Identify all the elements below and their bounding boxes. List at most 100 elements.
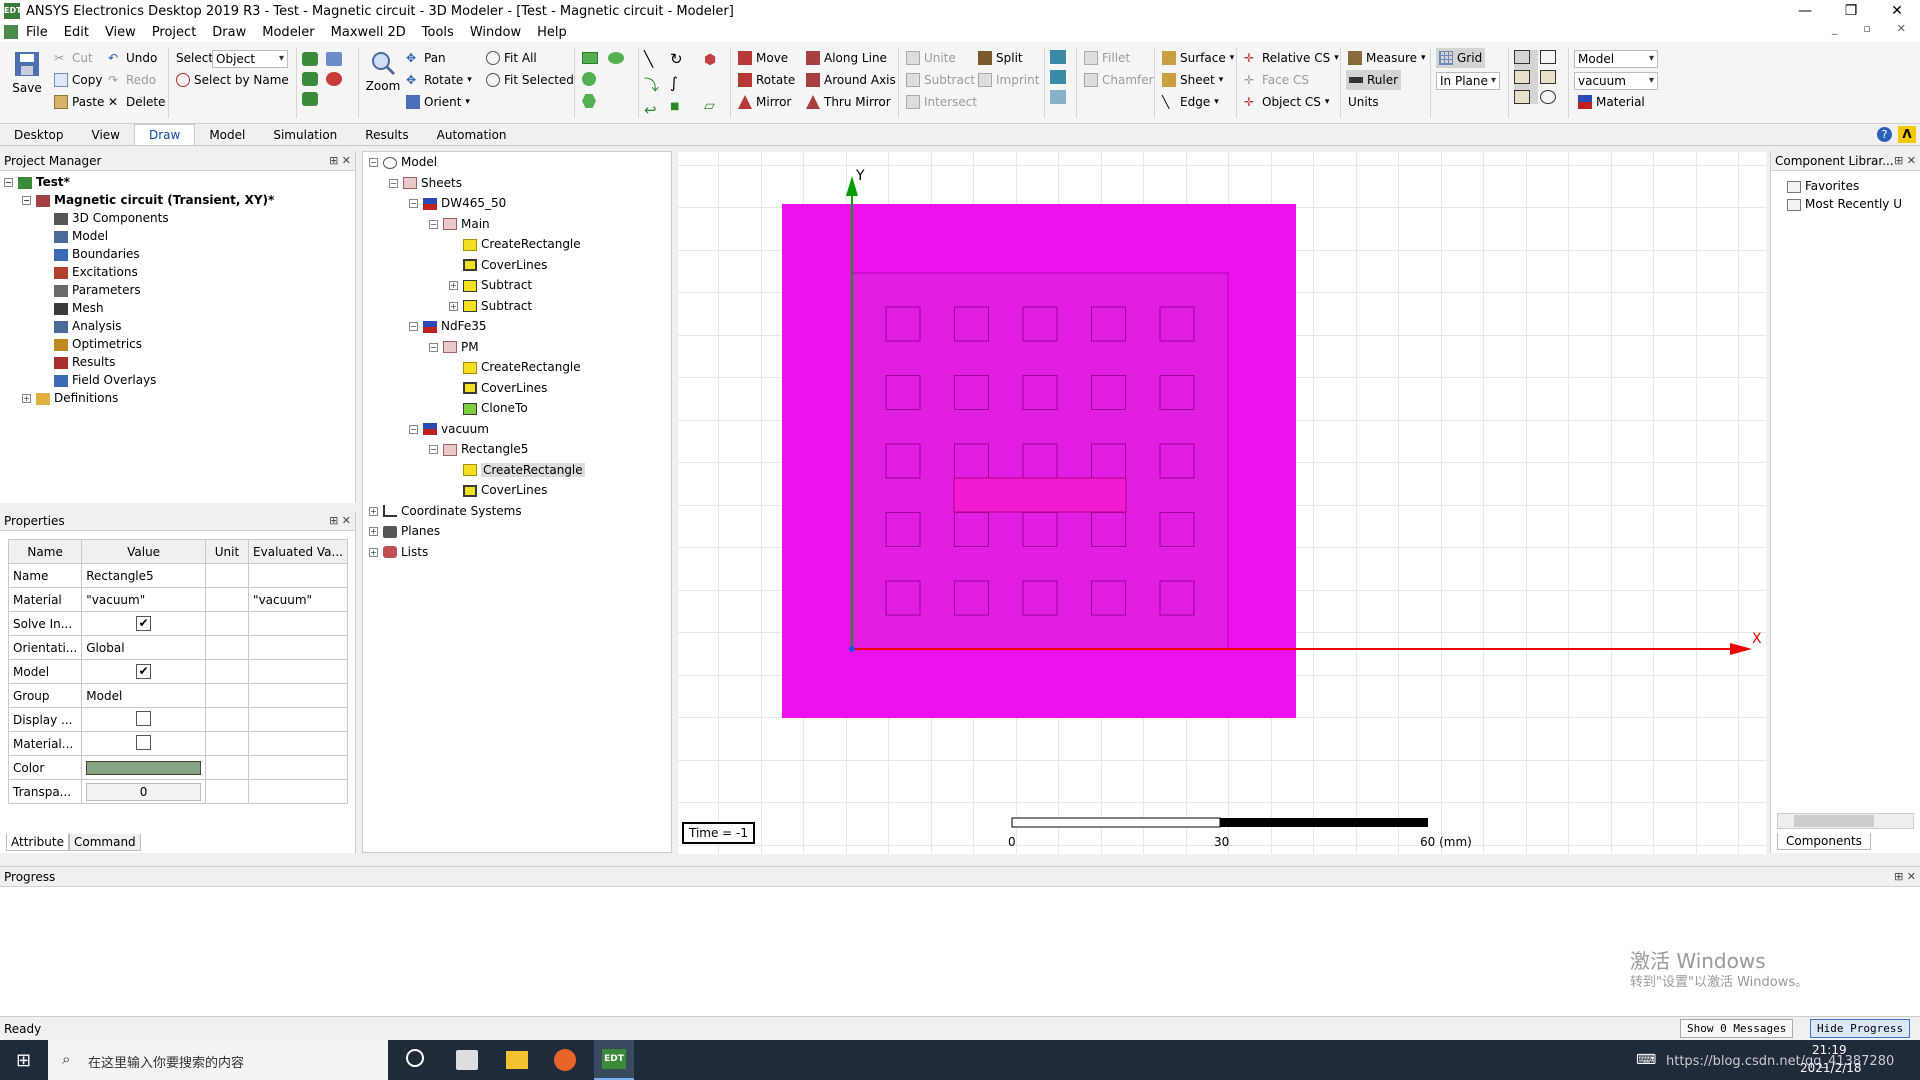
mirror-button[interactable]: Mirror bbox=[738, 92, 791, 112]
project-tree-item[interactable]: Excitations bbox=[4, 263, 355, 281]
ime-icon[interactable]: ⌨ bbox=[1636, 1052, 1656, 1068]
edt-taskbar-item[interactable]: EDT bbox=[594, 1040, 634, 1080]
snap-vertex-icon[interactable] bbox=[1540, 50, 1556, 64]
windows-start-icon[interactable]: ⊞ bbox=[16, 1050, 31, 1071]
project-tree-item[interactable]: Model bbox=[4, 227, 355, 245]
viewport-svg[interactable]: Y X 0 30 60 (mm) bbox=[678, 152, 1766, 854]
menu-tools[interactable]: Tools bbox=[414, 25, 462, 40]
property-value[interactable]: "vacuum" bbox=[81, 587, 206, 612]
menu-window[interactable]: Window bbox=[462, 25, 529, 40]
edge-button[interactable]: ╲ Edge ▾ bbox=[1162, 92, 1219, 112]
model-tree-item[interactable]: + Lists bbox=[369, 542, 671, 563]
project-tree-item[interactable]: Mesh bbox=[4, 299, 355, 317]
tree-expander-icon[interactable]: − bbox=[409, 322, 418, 331]
recent-item[interactable]: Most Recently U bbox=[1787, 195, 1920, 213]
hide-progress-button[interactable]: Hide Progress bbox=[1810, 1019, 1911, 1038]
tab-attribute[interactable]: Attribute bbox=[6, 834, 69, 851]
progress-pin-close-icon[interactable]: ⊞ ✕ bbox=[1894, 867, 1916, 887]
copy-button[interactable]: Copy bbox=[54, 70, 102, 90]
property-checkbox[interactable] bbox=[136, 734, 152, 750]
model-tree-item[interactable]: CreateRectangle bbox=[369, 234, 671, 255]
property-value[interactable]: 0 bbox=[81, 779, 206, 804]
draw-rectangle-icon[interactable] bbox=[582, 52, 598, 64]
tree-expander-icon[interactable]: − bbox=[389, 178, 398, 188]
save-button[interactable]: Save bbox=[10, 50, 44, 95]
snap-grid-icon[interactable] bbox=[1514, 50, 1530, 64]
pan-button[interactable]: ✥ Pan bbox=[406, 48, 446, 68]
tree-expander-icon[interactable]: + bbox=[369, 506, 378, 516]
project-tree-item[interactable]: Boundaries bbox=[4, 245, 355, 263]
object-cs-button[interactable]: ✛ Object CS ▾ bbox=[1244, 92, 1329, 112]
model-tree-item[interactable]: − Sheets bbox=[369, 173, 671, 194]
model-tree-item[interactable]: CoverLines bbox=[369, 255, 671, 276]
favorites-item[interactable]: Favorites bbox=[1787, 177, 1920, 195]
model-tree-item[interactable]: + Planes bbox=[369, 521, 671, 542]
move-button[interactable]: Move bbox=[738, 48, 788, 68]
relative-cs-button[interactable]: ✛ Relative CS ▾ bbox=[1244, 48, 1339, 68]
task-view-icon[interactable] bbox=[406, 1049, 424, 1067]
doc-minimize-icon[interactable]: _ bbox=[1824, 22, 1846, 35]
select-mode-dropdown[interactable]: Object bbox=[212, 50, 288, 68]
property-value[interactable] bbox=[81, 707, 206, 732]
tree-expander-icon[interactable]: − bbox=[409, 199, 418, 208]
project-tree-item[interactable]: Field Overlays bbox=[4, 371, 355, 389]
along-line-button[interactable]: Along Line bbox=[806, 48, 887, 68]
fit-all-button[interactable]: Fit All bbox=[486, 48, 537, 68]
split-button[interactable]: Split bbox=[978, 48, 1023, 68]
model-tree-item[interactable]: − PM bbox=[369, 337, 671, 358]
draw-arc-icon[interactable]: ↻ bbox=[670, 50, 696, 68]
project-tree-item[interactable]: Optimetrics bbox=[4, 335, 355, 353]
draw-line-icon[interactable]: ╲ bbox=[644, 50, 670, 68]
surface-button[interactable]: Surface ▾ bbox=[1162, 48, 1234, 68]
property-value[interactable] bbox=[81, 731, 206, 756]
minimize-icon[interactable]: — bbox=[1782, 0, 1828, 22]
tab-desktop[interactable]: Desktop bbox=[0, 125, 78, 145]
color-swatch[interactable] bbox=[86, 760, 201, 775]
menu-file[interactable]: File bbox=[18, 25, 56, 40]
box-icon[interactable]: ⬢ bbox=[704, 52, 716, 68]
close-icon[interactable]: ✕ bbox=[1874, 0, 1920, 22]
project-tree-item[interactable]: Analysis bbox=[4, 317, 355, 335]
draw-equation-curve-icon[interactable]: ∫ bbox=[670, 74, 696, 95]
properties-pin-close-icon[interactable]: ⊞ ✕ bbox=[329, 511, 351, 531]
orient-button[interactable]: Orient ▾ bbox=[406, 92, 470, 112]
select-face-icon[interactable] bbox=[326, 52, 342, 66]
doc-restore-icon[interactable]: ▫ bbox=[1855, 22, 1878, 35]
modeler-viewport[interactable]: Y X 0 30 60 (mm) Time = -1 bbox=[678, 152, 1766, 854]
model-tree-item[interactable]: CoverLines bbox=[369, 480, 671, 501]
snap-center-icon[interactable] bbox=[1514, 90, 1530, 104]
model-tree-item[interactable]: CoverLines bbox=[369, 378, 671, 399]
property-value[interactable]: ✔ bbox=[81, 659, 206, 684]
around-axis-button[interactable]: Around Axis bbox=[806, 70, 896, 90]
clock-date[interactable]: 2021/2/18 bbox=[1800, 1061, 1862, 1075]
menu-modeler[interactable]: Modeler bbox=[254, 25, 322, 40]
tree-expander-icon[interactable]: + bbox=[369, 547, 378, 557]
tree-expander-icon[interactable]: + bbox=[369, 527, 378, 536]
core-region[interactable] bbox=[851, 272, 1229, 650]
tree-expander-icon[interactable]: − bbox=[429, 342, 438, 352]
menu-edit[interactable]: Edit bbox=[56, 25, 97, 40]
project-tree-item[interactable]: 3D Components bbox=[4, 209, 355, 227]
subtract-button[interactable]: Subtract bbox=[906, 70, 975, 90]
clock-time[interactable]: 21:19 bbox=[1812, 1043, 1847, 1057]
fit-selected-button[interactable]: Fit Selected bbox=[486, 70, 574, 90]
property-checkbox[interactable]: ✔ bbox=[136, 664, 152, 679]
sweep-icon[interactable] bbox=[1050, 50, 1066, 64]
rotate-object-button[interactable]: Rotate bbox=[738, 70, 795, 90]
tab-draw[interactable]: Draw bbox=[133, 124, 196, 145]
property-value[interactable]: Rectangle5 bbox=[81, 563, 206, 588]
project-tree-item[interactable]: Results bbox=[4, 353, 355, 371]
material-button[interactable]: Material bbox=[1578, 92, 1645, 112]
unite-button[interactable]: Unite bbox=[906, 48, 956, 68]
intersect-button[interactable]: Intersect bbox=[906, 92, 977, 112]
property-value[interactable]: Model bbox=[81, 683, 206, 708]
select-object-icon[interactable] bbox=[302, 52, 318, 66]
menu-draw[interactable]: Draw bbox=[204, 25, 254, 40]
tab-components[interactable]: Components bbox=[1777, 833, 1871, 850]
select-all-icon[interactable] bbox=[302, 92, 318, 106]
rotate-view-button[interactable]: ✥ Rotate ▾ bbox=[406, 70, 472, 90]
tree-expander-icon[interactable]: − bbox=[409, 424, 418, 434]
tree-expander-icon[interactable]: − bbox=[369, 158, 378, 167]
model-tree-item[interactable]: − vacuum bbox=[369, 419, 671, 440]
menu-help[interactable]: Help bbox=[529, 25, 575, 40]
